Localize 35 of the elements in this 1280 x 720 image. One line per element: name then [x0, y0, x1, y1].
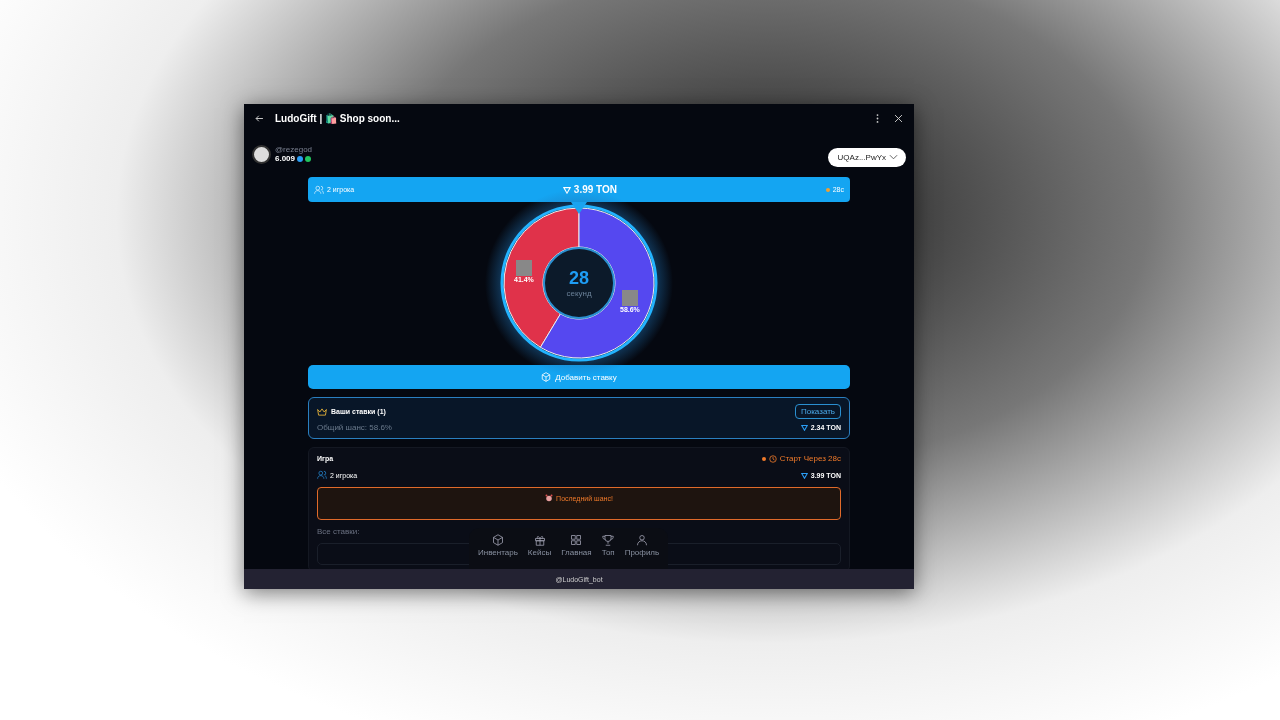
balance: 6.009	[275, 154, 296, 163]
nav-item[interactable]: Инвентарь	[475, 532, 521, 559]
alarm-clock-icon	[545, 494, 554, 502]
trophy-icon	[602, 534, 615, 546]
nav-item[interactable]: Профиль	[621, 532, 663, 559]
clock-icon	[768, 454, 777, 463]
ton-icon	[800, 471, 808, 479]
username: @rezegod	[275, 145, 313, 154]
ton-icon	[800, 424, 808, 431]
pointer-icon	[571, 202, 587, 214]
wallet-button[interactable]: UQAz...PwYx	[827, 147, 906, 167]
chevron-down-icon	[889, 154, 898, 160]
pot-amount: 3.99 TON	[562, 184, 618, 195]
people-icon	[314, 184, 324, 195]
nav-item[interactable]: Главная	[558, 532, 595, 559]
all-bets-label: Все ставки:	[317, 527, 360, 536]
countdown-unit: секунд	[566, 289, 592, 298]
window-title: LudoGift | 🛍 Shop soon...	[275, 112, 400, 124]
avatar	[252, 144, 271, 164]
back-arrow-icon[interactable]	[254, 112, 265, 124]
cube-icon	[491, 534, 504, 546]
crown-icon	[317, 407, 327, 416]
cube-icon	[541, 372, 552, 382]
person-icon	[635, 534, 648, 546]
grid-icon	[570, 534, 583, 546]
nav-item[interactable]: Топ	[598, 532, 618, 559]
show-button[interactable]: Показать	[795, 404, 841, 419]
gift-icon	[533, 534, 546, 546]
ton-coin-icon	[297, 155, 304, 162]
people-icon	[317, 470, 327, 480]
game-status: Старт Через 28с	[761, 454, 841, 463]
total-chance: Общий шанс: 58.6%	[317, 423, 392, 432]
nav-item[interactable]: Кейсы	[524, 532, 555, 559]
close-icon[interactable]	[893, 112, 904, 124]
countdown-number: 28	[569, 268, 589, 289]
